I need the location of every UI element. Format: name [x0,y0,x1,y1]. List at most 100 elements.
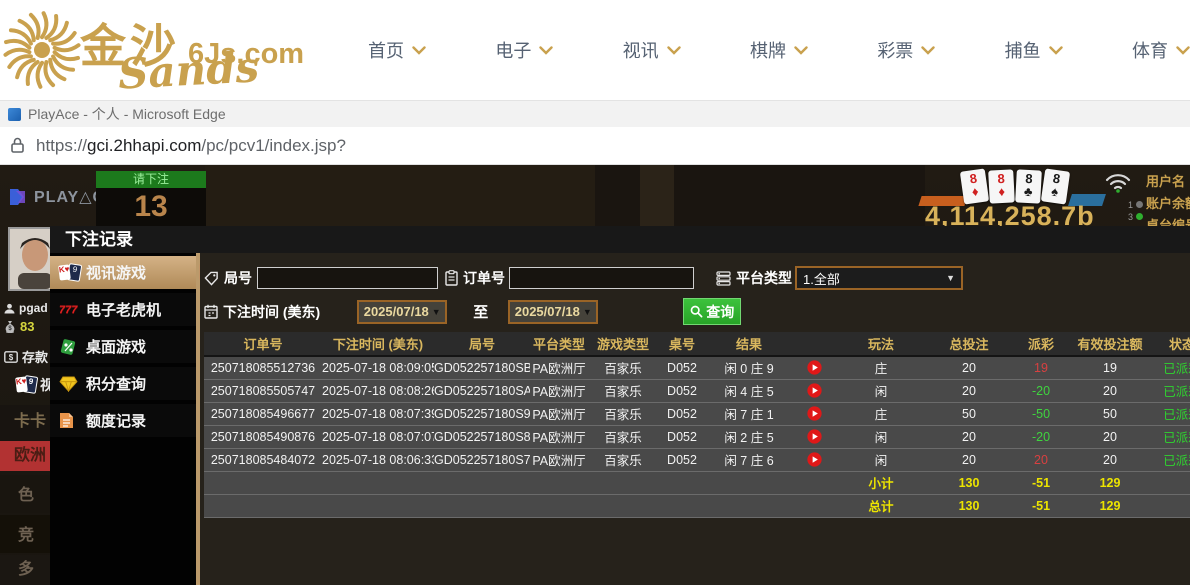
column-header: 玩法 [836,332,926,357]
table-row: 250718085505747 2025-07-18 08:08:26 GD0522… [204,379,1190,402]
round-label: 局号 [204,268,252,288]
nav-item-sports[interactable]: 体育 [1132,37,1190,63]
cell-payout: 20 [1034,452,1048,467]
cell-replay [792,448,836,471]
platform-select[interactable]: 1.全部 ▼ [795,266,963,290]
document-icon [59,412,86,429]
cell-round: GD052257180S7 [434,452,530,467]
grand-total-row: 总计 130 -51 129 [204,494,1190,517]
deposit-row[interactable]: $ 存款 [4,347,48,366]
subtotal-total-bet: 130 [958,475,980,490]
dropdown-arrow-icon: ▼ [431,306,441,317]
cell-order: 250718085512736 [210,360,316,375]
svg-text:$: $ [9,353,14,362]
cell-play: 庄 [874,408,888,422]
chevron-down-icon [1176,45,1190,55]
cell-platform: PA欧洲厅 [532,408,586,422]
table-header: 订单号 下注时间 (美东) 局号 平台类型 游戏类型 桌号 结果 玩法 总投注 … [204,332,1190,357]
sidebar-item-video-games[interactable]: 9 K♥ 视讯游戏 [50,256,208,289]
sidebar-item-points[interactable]: 积分查询 [50,367,196,400]
replay-video-icon[interactable] [806,383,822,398]
side-tab[interactable]: 卡卡 [0,405,50,441]
table-row: 250718085490876 2025-07-18 08:07:07 GD0522… [204,425,1190,448]
sidebar-item-credit-records[interactable]: 额度记录 [50,404,196,437]
totals-body: 小计 130 -51 129 总计 130 -51 129 [204,471,1190,517]
calendar-icon [204,304,218,319]
cell-round: GD052257180SB [434,360,530,375]
order-input[interactable] [509,267,694,289]
balance-row: $ 83 [4,319,34,334]
date-to-select[interactable]: 2025/07/18 ▼ [508,299,599,324]
cell-time: 2025-07-18 08:06:33 [322,452,434,467]
cell-total_bet: 20 [962,383,976,398]
cell-table_no: D052 [667,360,697,375]
playing-card: 8 ♦ [988,169,1015,204]
side-tab[interactable]: 色 [0,475,50,513]
video-backdrop [205,165,595,226]
sidebar-item-table-games[interactable]: 桌面游戏 [50,330,196,363]
browser-titlebar: PlayAce - 个人 - Microsoft Edge [0,100,1190,127]
round-input[interactable] [257,267,438,289]
nav-item-slots[interactable]: 电子 [495,37,554,63]
nav-item-home[interactable]: 首页 [368,37,426,63]
platform-label: 平台类型 [716,268,792,288]
bet-table-wrap: 订单号 下注时间 (美东) 局号 平台类型 游戏类型 桌号 结果 玩法 总投注 … [204,332,1190,585]
cell-game: 百家乐 [604,408,642,422]
side-tab[interactable]: 竞 [0,515,50,553]
cell-status: 已派彩 [1163,408,1190,422]
side-tab-active[interactable]: 欧洲 [0,441,50,471]
sidebar-item-slots[interactable]: 777 电子老虎机 [50,293,196,326]
playing-card: 8 ♣ [1015,169,1042,204]
search-button[interactable]: 查询 [683,298,742,325]
column-header: 下注时间 (美东) [322,332,434,357]
cell-platform: PA欧洲厅 [532,454,586,468]
cell-order: 250718085505747 [210,383,316,398]
cell-valid_bet: 19 [1103,360,1117,375]
cell-payout: -50 [1031,406,1051,421]
bet-table: 订单号 下注时间 (美东) 局号 平台类型 游戏类型 桌号 结果 玩法 总投注 … [204,332,1190,518]
nav-item-live[interactable]: 视讯 [623,37,681,63]
user-icon [4,303,15,314]
replay-video-icon[interactable] [806,360,822,375]
site-logo[interactable]: 金沙 6Js.com Sands [2,4,332,100]
cell-result: 闲 4 庄 5 [724,385,774,399]
url-text: https://gci.2hhapi.com/pc/pcv1/index.jsp… [36,135,346,155]
cell-total_bet: 50 [962,406,976,421]
cell-valid_bet: 20 [1103,429,1117,444]
date-from-select[interactable]: 2025/07/18 ▼ [357,299,448,324]
main-nav: 首页 电子 视讯 棋牌 彩票 捕鱼 体育 [352,0,1190,100]
bet-table-body: 250718085512736 2025-07-18 08:09:05 GD0522… [204,356,1190,471]
replay-video-icon[interactable] [806,429,822,444]
cell-replay [792,356,836,379]
replay-video-icon[interactable] [806,452,822,467]
tag-icon [204,271,218,286]
side-tab[interactable]: 多 [0,555,50,585]
cell-platform: PA欧洲厅 [532,431,586,445]
cell-play: 庄 [874,362,888,377]
money-bag-icon: $ [5,321,15,333]
total-label: 总计 [868,500,894,514]
cell-result: 闲 7 庄 1 [724,408,774,422]
nav-item-board[interactable]: 棋牌 [750,37,808,63]
replay-video-icon[interactable] [806,406,822,421]
cell-game: 百家乐 [604,385,642,399]
cell-time: 2025-07-18 08:07:39 [322,406,434,421]
filter-row-1: 局号 订单号 平台类型 1.全部 ▼ [204,266,963,290]
column-header: 局号 [434,332,530,357]
cell-table_no: D052 [667,406,697,421]
browser-url-bar[interactable]: https://gci.2hhapi.com/pc/pcv1/index.jsp… [0,127,1190,165]
dropdown-arrow-icon: ▼ [946,273,955,283]
nav-item-lottery[interactable]: 彩票 [877,37,936,63]
column-header: 平台类型 [530,332,588,357]
cell-payout: 19 [1034,360,1048,375]
order-label: 订单号 [445,268,505,288]
cards-icon: 9 K♥ [15,375,39,394]
dropdown-arrow-icon: ▼ [582,306,592,317]
cell-platform: PA欧洲厅 [532,362,586,377]
cell-result: 闲 7 庄 6 [724,454,774,468]
username-row: pgad [4,301,48,315]
cell-result: 闲 2 庄 5 [724,431,774,445]
video-tab-row[interactable]: 9 K♥ 视 [15,375,54,395]
cell-replay [792,402,836,425]
nav-item-fishing[interactable]: 捕鱼 [1005,37,1063,63]
